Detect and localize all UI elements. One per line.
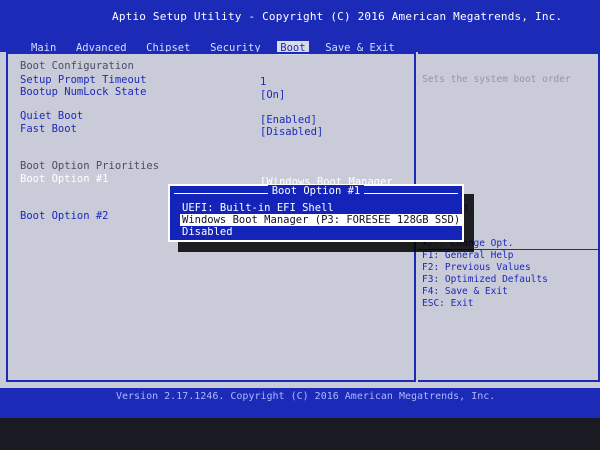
key-esc-exit: ESC: Exit <box>422 298 474 309</box>
popup-title-text: Boot Option #1 <box>267 185 365 197</box>
menu-tabs: Main Advanced Chipset Security Boot Save… <box>28 36 402 55</box>
boot-option-popup: Boot Option #1 UEFI: Built-in EFI Shell … <box>168 184 464 242</box>
key-previous-values: F2: Previous Values <box>422 262 531 273</box>
setup-prompt-timeout-label[interactable]: Setup Prompt Timeout <box>20 74 146 86</box>
setup-prompt-timeout-value[interactable]: 1 <box>260 76 266 88</box>
quiet-boot-value[interactable]: [Enabled] <box>260 114 317 126</box>
quiet-boot-label[interactable]: Quiet Boot <box>20 110 83 122</box>
bios-screen: Aptio Setup Utility - Copyright (C) 2016… <box>0 0 600 418</box>
help-description: Sets the system boot order <box>422 74 571 85</box>
key-general-help: F1: General Help <box>422 250 514 261</box>
popup-option-windows-boot-manager[interactable]: Windows Boot Manager (P3: FORESEE 128GB … <box>180 214 463 226</box>
popup-option-disabled[interactable]: Disabled <box>180 226 235 238</box>
key-save-exit: F4: Save & Exit <box>422 286 508 297</box>
utility-title: Aptio Setup Utility - Copyright (C) 2016… <box>112 10 563 23</box>
popup-title: Boot Option #1 <box>170 185 462 197</box>
version-footer: Version 2.17.1246. Copyright (C) 2016 Am… <box>116 391 496 402</box>
key-optimized-defaults: F3: Optimized Defaults <box>422 274 548 285</box>
bootup-numlock-value[interactable]: [On] <box>260 89 285 101</box>
popup-option-efi-shell[interactable]: UEFI: Built-in EFI Shell <box>180 202 336 214</box>
fast-boot-label[interactable]: Fast Boot <box>20 123 77 135</box>
boot-option-2-label[interactable]: Boot Option #2 <box>20 210 109 222</box>
section-boot-option-priorities: Boot Option Priorities <box>20 160 160 172</box>
header-bar: Aptio Setup Utility - Copyright (C) 2016… <box>0 0 600 55</box>
footer-bar: Version 2.17.1246. Copyright (C) 2016 Am… <box>0 388 600 418</box>
fast-boot-value[interactable]: [Disabled] <box>260 126 323 138</box>
bootup-numlock-label[interactable]: Bootup NumLock State <box>20 86 146 98</box>
boot-option-1-label[interactable]: Boot Option #1 <box>20 173 109 185</box>
section-boot-configuration: Boot Configuration <box>20 60 134 72</box>
